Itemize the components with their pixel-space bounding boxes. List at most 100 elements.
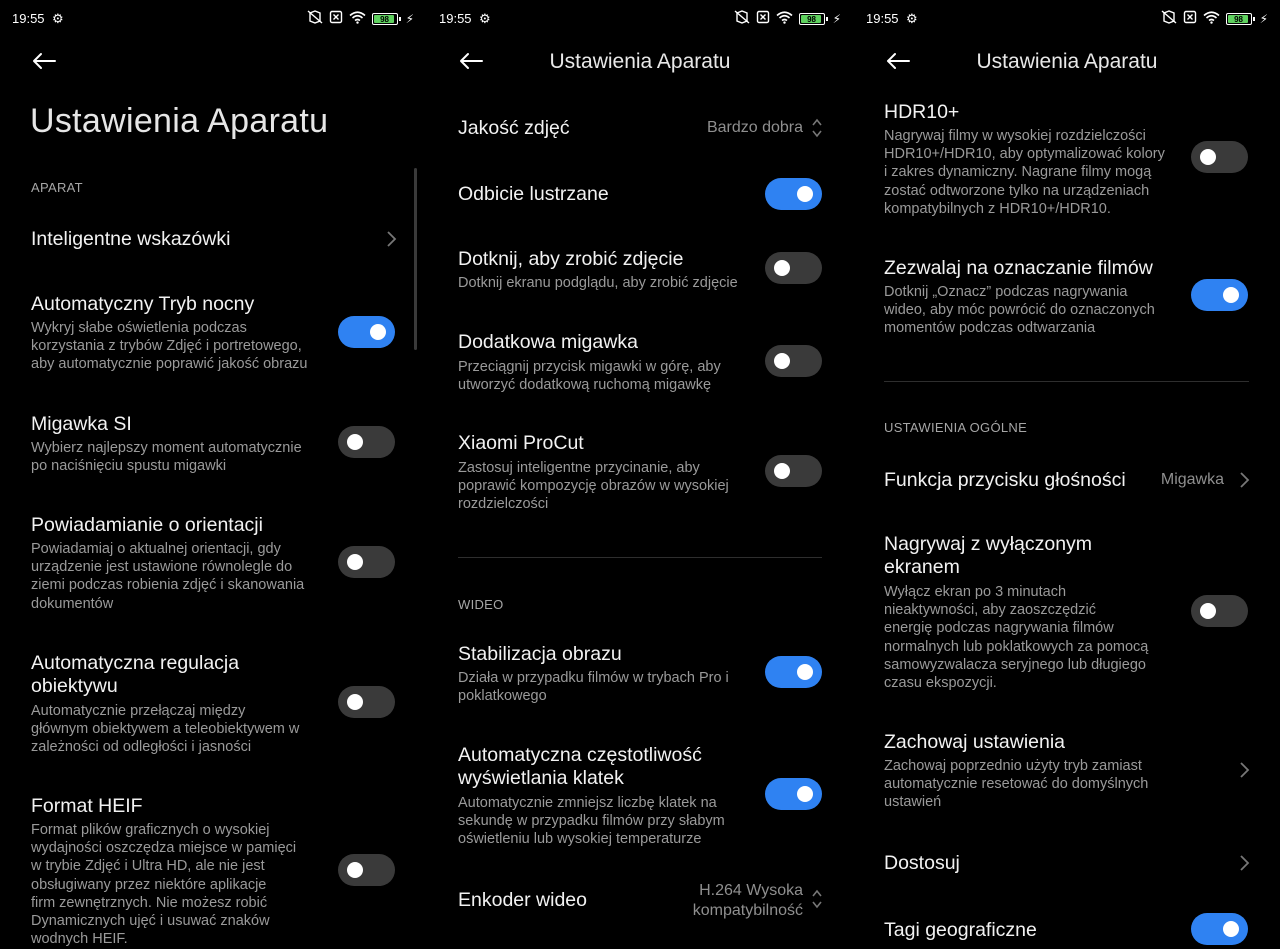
setting-value-photo-quality[interactable]: Bardzo dobra: [707, 118, 803, 138]
desc-line: czasu ekspozycji.: [884, 675, 997, 692]
desc-line: Powiadamiaj o aktualnej orientacji, gdy: [31, 541, 281, 557]
wifi-icon: [776, 10, 793, 28]
desc-line: Wykryj słabe oświetlenia podczas: [31, 320, 247, 336]
setting-desc-hdr10: Nagrywaj filmy w wysokiej rozdzielczości…: [884, 127, 1165, 218]
desc-line: Dotknij ekranu podglądu, aby zrobić zdję…: [458, 275, 738, 291]
desc-line: obsługiwany przez niektóre aplikacje: [31, 876, 267, 893]
toggle-extra-shutter[interactable]: [765, 345, 822, 377]
setting-title-ai-shutter[interactable]: Migawka SI: [31, 413, 132, 436]
no-sim-icon: [329, 10, 343, 28]
desc-line: i zakres dynamiczny. Nagrane filmy mogą: [884, 164, 1152, 181]
chevron-right-icon[interactable]: [1237, 761, 1251, 779]
battery-level: 98: [807, 14, 817, 24]
toggle-knob: [774, 353, 790, 369]
setting-title-auto-night-mode[interactable]: Automatyczny Tryb nocny: [31, 293, 254, 316]
desc-line: firm zewnętrznych. Nie możesz robić: [31, 894, 268, 911]
chevron-right-icon[interactable]: [384, 230, 398, 248]
toggle-knob: [797, 664, 813, 680]
setting-value-video-encoder[interactable]: H.264 Wysoka kompatybilność: [693, 881, 803, 921]
toggle-hdr10[interactable]: [1191, 141, 1248, 173]
setting-title-stabilization[interactable]: Stabilizacja obrazu: [458, 643, 622, 666]
setting-value-volume-button[interactable]: Migawka: [1161, 470, 1224, 490]
up-down-chevron-icon[interactable]: [810, 117, 824, 139]
setting-title-keep-settings[interactable]: Zachowaj ustawienia: [884, 731, 1065, 754]
setting-title-photo-quality[interactable]: Jakość zdjęć: [458, 117, 570, 140]
desc-line: Wybierz najlepszy moment automatycznie: [31, 440, 302, 456]
back-button[interactable]: [29, 46, 59, 76]
toggle-tap-to-shoot[interactable]: [765, 252, 822, 284]
setting-title-volume-button[interactable]: Funkcja przycisku głośności: [884, 469, 1126, 492]
toggle-procut[interactable]: [765, 455, 822, 487]
chevron-right-icon[interactable]: [1237, 854, 1251, 872]
desc-line: automatycznie resetować do domyślnych: [884, 776, 1149, 793]
toggle-knob: [347, 554, 363, 570]
toggle-auto-lens[interactable]: [338, 686, 395, 718]
toggle-knob: [370, 324, 386, 340]
setting-desc-tap-to-shoot: Dotknij ekranu podglądu, aby zrobić zdję…: [458, 274, 738, 292]
status-clock: 19:55: [439, 11, 472, 26]
desc-line: sekundę w przypadku filmów przy słabym: [458, 813, 725, 830]
mute-vibrate-icon: [734, 10, 750, 28]
desc-line: wodnych HEIF.: [31, 931, 128, 948]
page-title: Ustawienia Aparatu: [30, 102, 329, 140]
desc-line: poklatkowego: [458, 688, 547, 705]
toggle-ai-shutter[interactable]: [338, 426, 395, 458]
up-down-chevron-icon[interactable]: [810, 888, 824, 910]
setting-title-video-tagging[interactable]: Zezwalaj na oznaczanie filmów: [884, 257, 1153, 280]
setting-desc-orientation-notify: Powiadamiaj o aktualnej orientacji, gdy …: [31, 540, 304, 613]
toggle-record-screen-off[interactable]: [1191, 595, 1248, 627]
settings-panel-1: 19:55 ⚙ 98 ⚡ Ustawienia Aparatu APARAT I…: [0, 0, 426, 949]
setting-title-customize[interactable]: Dostosuj: [884, 852, 960, 875]
toggle-auto-frame-rate[interactable]: [765, 778, 822, 810]
title-line: Nagrywaj z wyłączonym: [884, 533, 1093, 555]
desc-line: wideo, aby móc powrócić do oznaczonych: [884, 302, 1155, 319]
setting-title-record-screen-off[interactable]: Nagrywaj z wyłączonym ekranem: [884, 533, 1092, 579]
chevron-right-icon[interactable]: [1237, 471, 1251, 489]
battery-level: 98: [380, 14, 390, 24]
setting-title-procut[interactable]: Xiaomi ProCut: [458, 432, 584, 455]
setting-title-geotags[interactable]: Tagi geograficzne: [884, 919, 1037, 942]
toggle-mirror[interactable]: [765, 178, 822, 210]
toggle-knob: [797, 786, 813, 802]
toggle-orientation-notify[interactable]: [338, 546, 395, 578]
setting-title-tap-to-shoot[interactable]: Dotknij, aby zrobić zdjęcie: [458, 248, 683, 271]
setting-title-heif[interactable]: Format HEIF: [31, 795, 143, 818]
toggle-stabilization[interactable]: [765, 656, 822, 688]
section-header-wideo: WIDEO: [458, 597, 504, 612]
section-divider: [884, 381, 1249, 382]
setting-title-auto-lens[interactable]: Automatyczna regulacja obiektywu: [31, 652, 239, 698]
setting-desc-heif: Format plików graficznych o wysokiej wyd…: [31, 821, 296, 948]
desc-line: korzystania z trybów Zdjęć i portretoweg…: [31, 338, 302, 355]
desc-line: rozdzielczości: [458, 496, 549, 513]
setting-title-hdr10[interactable]: HDR10+: [884, 101, 959, 124]
desc-line: wydajności oszczędza miejsce w pamięci: [31, 840, 297, 857]
desc-line: urządzenie jest ustawione równolegle do: [31, 559, 293, 576]
setting-title-auto-frame-rate[interactable]: Automatyczna częstotliwość wyświetlania …: [458, 744, 702, 790]
toggle-video-tagging[interactable]: [1191, 279, 1248, 311]
desc-line: Zastosuj inteligentne przycinanie, aby: [458, 460, 700, 476]
desc-line: głównym obiektywem a teleobiektywem w: [31, 721, 300, 738]
setting-title-smart-tips[interactable]: Inteligentne wskazówki: [31, 228, 230, 251]
no-sim-icon: [1183, 10, 1197, 28]
desc-line: Wyłącz ekran po 3 minutach: [884, 584, 1067, 600]
charging-bolt-icon: ⚡: [405, 12, 414, 26]
setting-title-orientation-notify[interactable]: Powiadamianie o orientacji: [31, 514, 263, 537]
setting-title-extra-shutter[interactable]: Dodatkowa migawka: [458, 331, 638, 354]
toggle-knob: [774, 260, 790, 276]
setting-title-mirror[interactable]: Odbicie lustrzane: [458, 183, 609, 206]
wifi-icon: [349, 10, 366, 28]
scrollbar[interactable]: [414, 168, 417, 350]
desc-line: Automatycznie przełączaj między: [31, 703, 246, 719]
desc-line: Dynamicznych ujęć i usuwać znaków: [31, 913, 270, 930]
section-header-aparat: APARAT: [31, 180, 83, 195]
status-bar: 19:55 ⚙ 98 ⚡: [0, 0, 426, 38]
desc-line: momentów podczas odtwarzania: [884, 320, 1096, 337]
battery-icon: 98: [798, 13, 828, 25]
toggle-heif[interactable]: [338, 854, 395, 886]
toggle-auto-night-mode[interactable]: [338, 316, 395, 348]
toggle-knob: [1223, 287, 1239, 303]
battery-level: 98: [1234, 14, 1244, 24]
toggle-geotags[interactable]: [1191, 913, 1248, 945]
setting-title-video-encoder[interactable]: Enkoder wideo: [458, 889, 587, 912]
desc-line: utworzyć dodatkową ruchomą migawkę: [458, 377, 712, 394]
